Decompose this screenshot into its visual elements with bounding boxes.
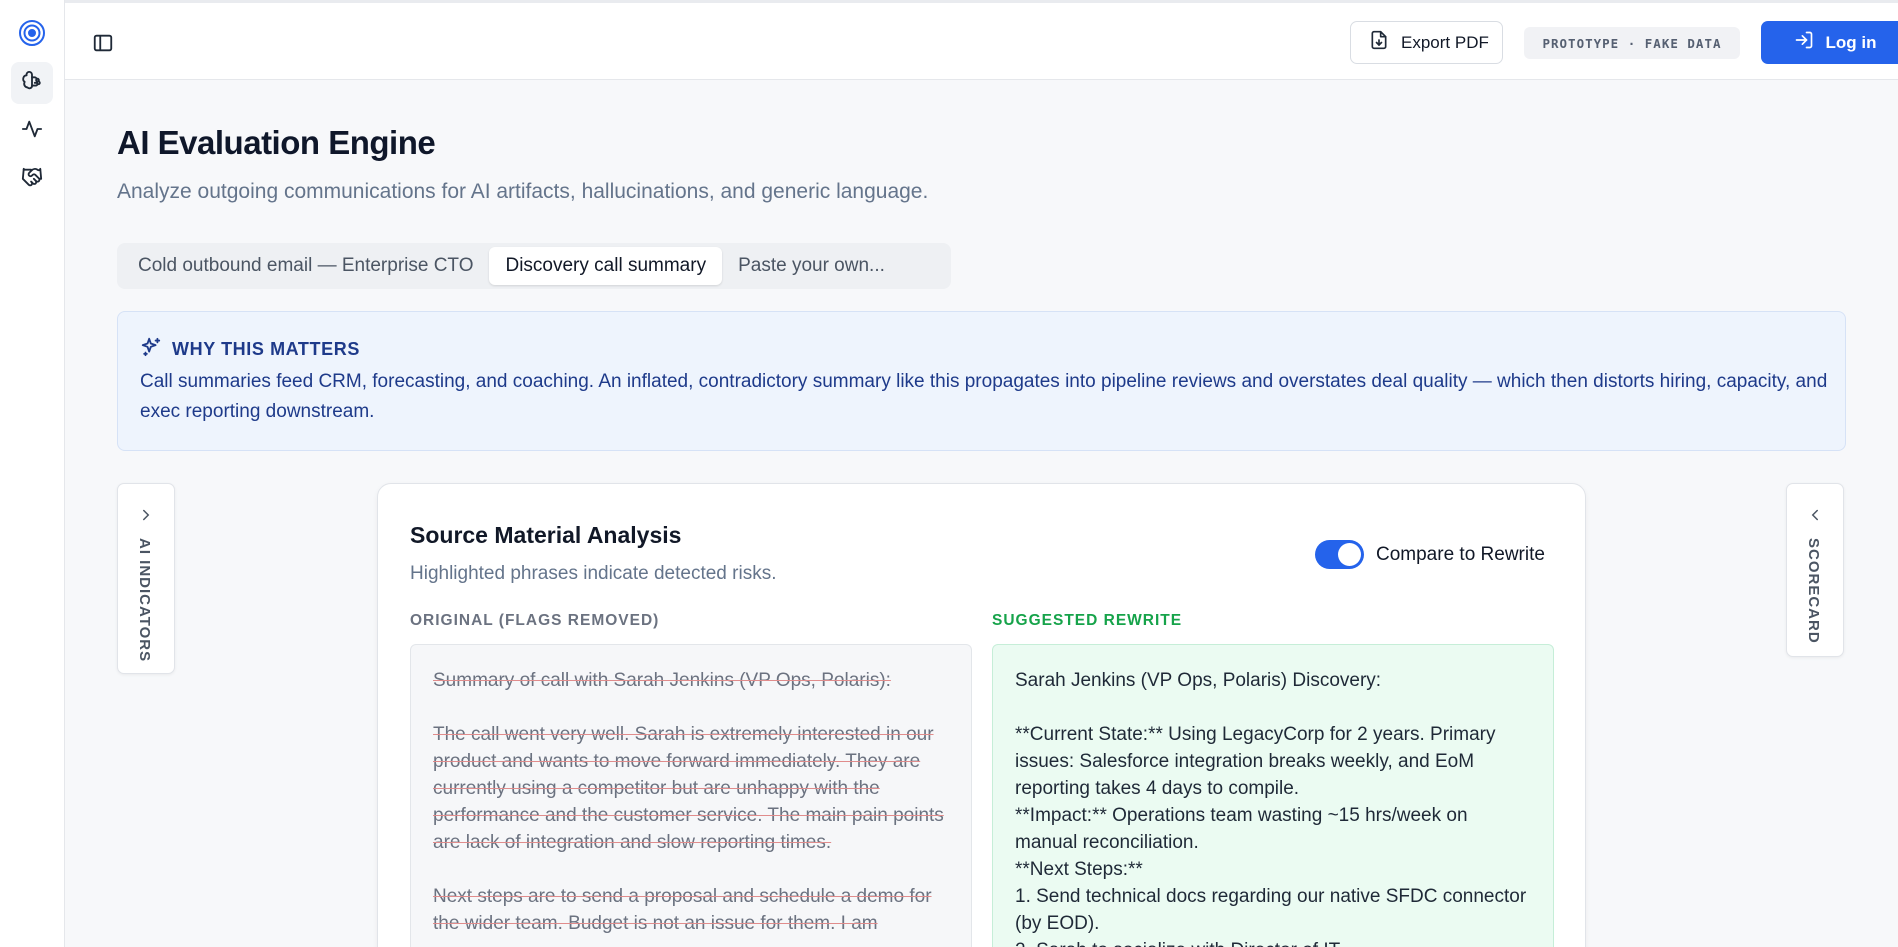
source-material-analysis-card: Source Material Analysis Highlighted phr…: [377, 483, 1586, 947]
rail-item-activity[interactable]: [11, 110, 53, 152]
top-bar: Export PDF PROTOTYPE · FAKE DATA Log in: [65, 0, 1898, 80]
tab-paste-your-own[interactable]: Paste your own...: [722, 247, 901, 285]
page-title: AI Evaluation Engine: [117, 124, 436, 161]
rail-item-brain[interactable]: [11, 62, 53, 104]
scorecard-drawer-tab[interactable]: SCORECARD: [1786, 483, 1844, 657]
target-logo-icon[interactable]: [18, 19, 46, 47]
chevron-right-icon: [137, 506, 155, 529]
toggle-label: Compare to Rewrite: [1376, 543, 1545, 565]
compare-to-rewrite-toggle[interactable]: Compare to Rewrite: [1315, 540, 1545, 569]
card-title: Source Material Analysis: [410, 522, 682, 548]
prototype-badge: PROTOTYPE · FAKE DATA: [1524, 27, 1740, 59]
original-paragraph: The call went very well. Sarah is extrem…: [433, 724, 944, 853]
rail-nav: [11, 62, 53, 200]
why-this-matters-callout: WHY THIS MATTERS Call summaries feed CRM…: [117, 311, 1846, 451]
login-button[interactable]: Log in: [1761, 21, 1898, 64]
rail-item-handshake[interactable]: [11, 158, 53, 200]
why-body: Call summaries feed CRM, forecasting, an…: [140, 371, 1828, 422]
card-subtitle: Highlighted phrases indicate detected ri…: [410, 563, 777, 584]
scenario-tabs: Cold outbound email — Enterprise CTO Dis…: [117, 243, 951, 289]
sparkles-icon: [140, 336, 162, 363]
ai-indicators-drawer-tab[interactable]: AI INDICATORS: [117, 483, 175, 674]
brain-icon: [21, 70, 43, 97]
original-text-panel: Summary of call with Sarah Jenkins (VP O…: [410, 644, 972, 947]
original-column-label: ORIGINAL (FLAGS REMOVED): [410, 612, 660, 629]
icon-rail: [0, 0, 65, 947]
why-title: WHY THIS MATTERS: [172, 339, 360, 359]
chevron-left-icon: [1806, 506, 1824, 529]
toggle-switch[interactable]: [1315, 540, 1364, 569]
export-pdf-button[interactable]: Export PDF: [1350, 21, 1503, 64]
tab-cold-outbound-email[interactable]: Cold outbound email — Enterprise CTO: [122, 247, 489, 285]
ai-indicators-label: AI INDICATORS: [136, 538, 153, 663]
rewrite-column-label: SUGGESTED REWRITE: [992, 612, 1183, 629]
scorecard-label: SCORECARD: [1805, 538, 1822, 644]
handshake-icon: [21, 166, 43, 193]
sidebar-toggle-icon[interactable]: [90, 30, 116, 56]
original-paragraph: Next steps are to send a proposal and sc…: [433, 886, 932, 934]
file-download-icon: [1369, 30, 1389, 55]
tab-discovery-call-summary[interactable]: Discovery call summary: [489, 247, 723, 285]
page-subtitle: Analyze outgoing communications for AI a…: [117, 180, 929, 203]
activity-icon: [21, 118, 43, 145]
export-pdf-label: Export PDF: [1401, 32, 1489, 52]
original-paragraph: Summary of call with Sarah Jenkins (VP O…: [433, 670, 891, 691]
why-header: WHY THIS MATTERS: [140, 336, 360, 363]
rewrite-text-panel: Sarah Jenkins (VP Ops, Polaris) Discover…: [992, 644, 1554, 947]
login-label: Log in: [1825, 32, 1877, 52]
log-in-icon: [1794, 30, 1814, 55]
